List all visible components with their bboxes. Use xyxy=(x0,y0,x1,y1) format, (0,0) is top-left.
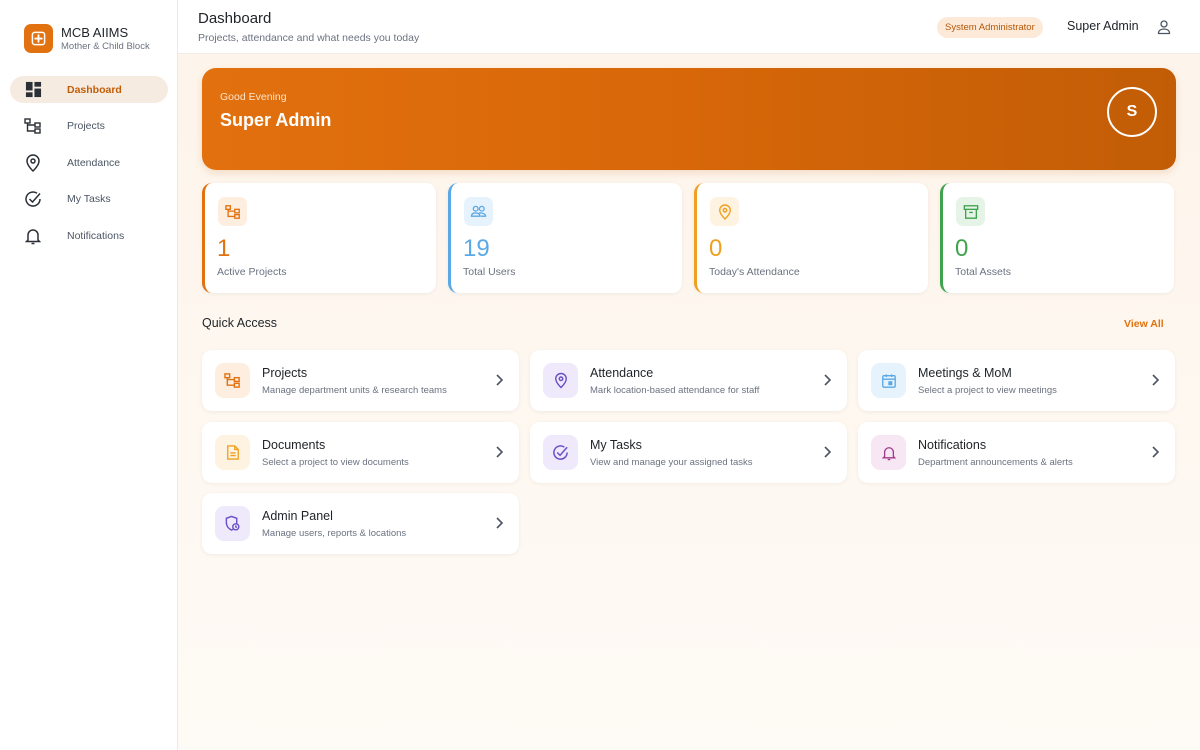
stat-label: Active Projects xyxy=(217,266,287,278)
card-title: Attendance xyxy=(590,366,654,380)
card-description: Manage department units & research teams xyxy=(262,385,447,396)
location-pin-icon xyxy=(543,363,578,398)
dashboard-icon xyxy=(23,80,43,100)
sidebar-item-projects[interactable]: Projects xyxy=(10,113,168,140)
calendar-icon xyxy=(871,363,906,398)
stat-label: Total Assets xyxy=(955,266,1012,278)
card-description: Department announcements & alerts xyxy=(918,457,1073,468)
brand[interactable]: MCB AIIMS Mother & Child Block xyxy=(24,24,150,53)
stat-card-total-assets[interactable]: 0 Total Assets xyxy=(940,183,1174,293)
hierarchy-icon xyxy=(218,197,247,226)
page-title: Dashboard xyxy=(198,10,272,27)
quick-access-attendance[interactable]: Attendance Mark location-based attendanc… xyxy=(530,350,847,411)
card-title: My Tasks xyxy=(590,438,642,452)
quick-access-notifications[interactable]: Notifications Department announcements &… xyxy=(858,422,1175,483)
greeting-text: Good Evening xyxy=(220,91,287,103)
stat-label: Today's Attendance xyxy=(709,266,800,278)
users-icon xyxy=(464,197,493,226)
stat-value: 19 xyxy=(463,235,490,262)
sidebar-item-label: Notifications xyxy=(67,229,125,242)
document-icon xyxy=(215,435,250,470)
sidebar-item-label: My Tasks xyxy=(67,193,111,206)
check-circle-icon xyxy=(543,435,578,470)
chevron-right-icon xyxy=(822,445,832,459)
chevron-right-icon xyxy=(1150,445,1160,459)
card-title: Documents xyxy=(262,438,326,452)
view-all-link[interactable]: View All xyxy=(1124,318,1164,330)
quick-access-admin-panel[interactable]: Admin Panel Manage users, reports & loca… xyxy=(202,493,519,554)
sidebar-item-dashboard[interactable]: Dashboard xyxy=(10,76,168,103)
bell-icon xyxy=(871,435,906,470)
sidebar-item-notifications[interactable]: Notifications xyxy=(10,222,168,249)
sidebar-nav: Dashboard Projects Attendance My Tasks N… xyxy=(10,76,168,259)
location-pin-icon xyxy=(710,197,739,226)
quick-access-meetings[interactable]: Meetings & MoM Select a project to view … xyxy=(858,350,1175,411)
role-badge: System Administrator xyxy=(937,17,1043,38)
stat-value: 0 xyxy=(955,235,969,262)
card-description: View and manage your assigned tasks xyxy=(590,457,753,468)
sidebar-item-label: Projects xyxy=(67,120,105,133)
top-bar: Dashboard Projects, attendance and what … xyxy=(178,0,1200,54)
sidebar: MCB AIIMS Mother & Child Block Dashboard… xyxy=(0,0,178,750)
quick-access-my-tasks[interactable]: My Tasks View and manage your assigned t… xyxy=(530,422,847,483)
quick-access-projects[interactable]: Projects Manage department units & resea… xyxy=(202,350,519,411)
chevron-right-icon xyxy=(494,445,504,459)
hierarchy-icon xyxy=(215,363,250,398)
stat-card-total-users[interactable]: 19 Total Users xyxy=(448,183,682,293)
stat-label: Total Users xyxy=(463,266,516,278)
welcome-name: Super Admin xyxy=(220,110,332,130)
stat-card-active-projects[interactable]: 1 Active Projects xyxy=(202,183,436,293)
brand-name: MCB AIIMS xyxy=(61,24,129,40)
card-description: Select a project to view documents xyxy=(262,457,409,468)
check-circle-icon xyxy=(23,189,43,209)
page-subtitle: Projects, attendance and what needs you … xyxy=(198,32,420,44)
chevron-right-icon xyxy=(494,516,504,530)
user-icon[interactable] xyxy=(1156,19,1172,35)
card-description: Select a project to view meetings xyxy=(918,385,1057,396)
user-name[interactable]: Super Admin xyxy=(1067,19,1139,33)
location-pin-icon xyxy=(23,153,43,173)
card-description: Mark location-based attendance for staff xyxy=(590,385,760,396)
hierarchy-icon xyxy=(23,116,43,136)
card-description: Manage users, reports & locations xyxy=(262,528,407,539)
avatar[interactable]: S xyxy=(1107,87,1157,137)
stats-row: 1 Active Projects 19 Total Users 0 Today… xyxy=(202,183,1176,293)
stat-value: 1 xyxy=(217,235,231,262)
main-content: Dashboard Projects, attendance and what … xyxy=(178,0,1200,750)
stat-card-todays-attendance[interactable]: 0 Today's Attendance xyxy=(694,183,928,293)
admin-shield-icon xyxy=(215,506,250,541)
quick-access-title: Quick Access xyxy=(202,316,278,330)
sidebar-item-attendance[interactable]: Attendance xyxy=(10,149,168,176)
sidebar-item-my-tasks[interactable]: My Tasks xyxy=(10,186,168,213)
card-title: Admin Panel xyxy=(262,509,333,523)
chevron-right-icon xyxy=(822,373,832,387)
medical-cross-icon xyxy=(24,24,53,53)
stat-value: 0 xyxy=(709,235,723,262)
archive-icon xyxy=(956,197,985,226)
card-title: Notifications xyxy=(918,438,987,452)
sidebar-item-label: Dashboard xyxy=(67,83,122,96)
sidebar-item-label: Attendance xyxy=(67,156,121,169)
chevron-right-icon xyxy=(1150,373,1160,387)
brand-subtitle: Mother & Child Block xyxy=(61,40,150,52)
welcome-banner: Good Evening Super Admin S xyxy=(202,68,1176,170)
card-title: Meetings & MoM xyxy=(918,366,1012,380)
bell-icon xyxy=(23,226,43,246)
card-title: Projects xyxy=(262,366,308,380)
chevron-right-icon xyxy=(494,373,504,387)
quick-access-documents[interactable]: Documents Select a project to view docum… xyxy=(202,422,519,483)
